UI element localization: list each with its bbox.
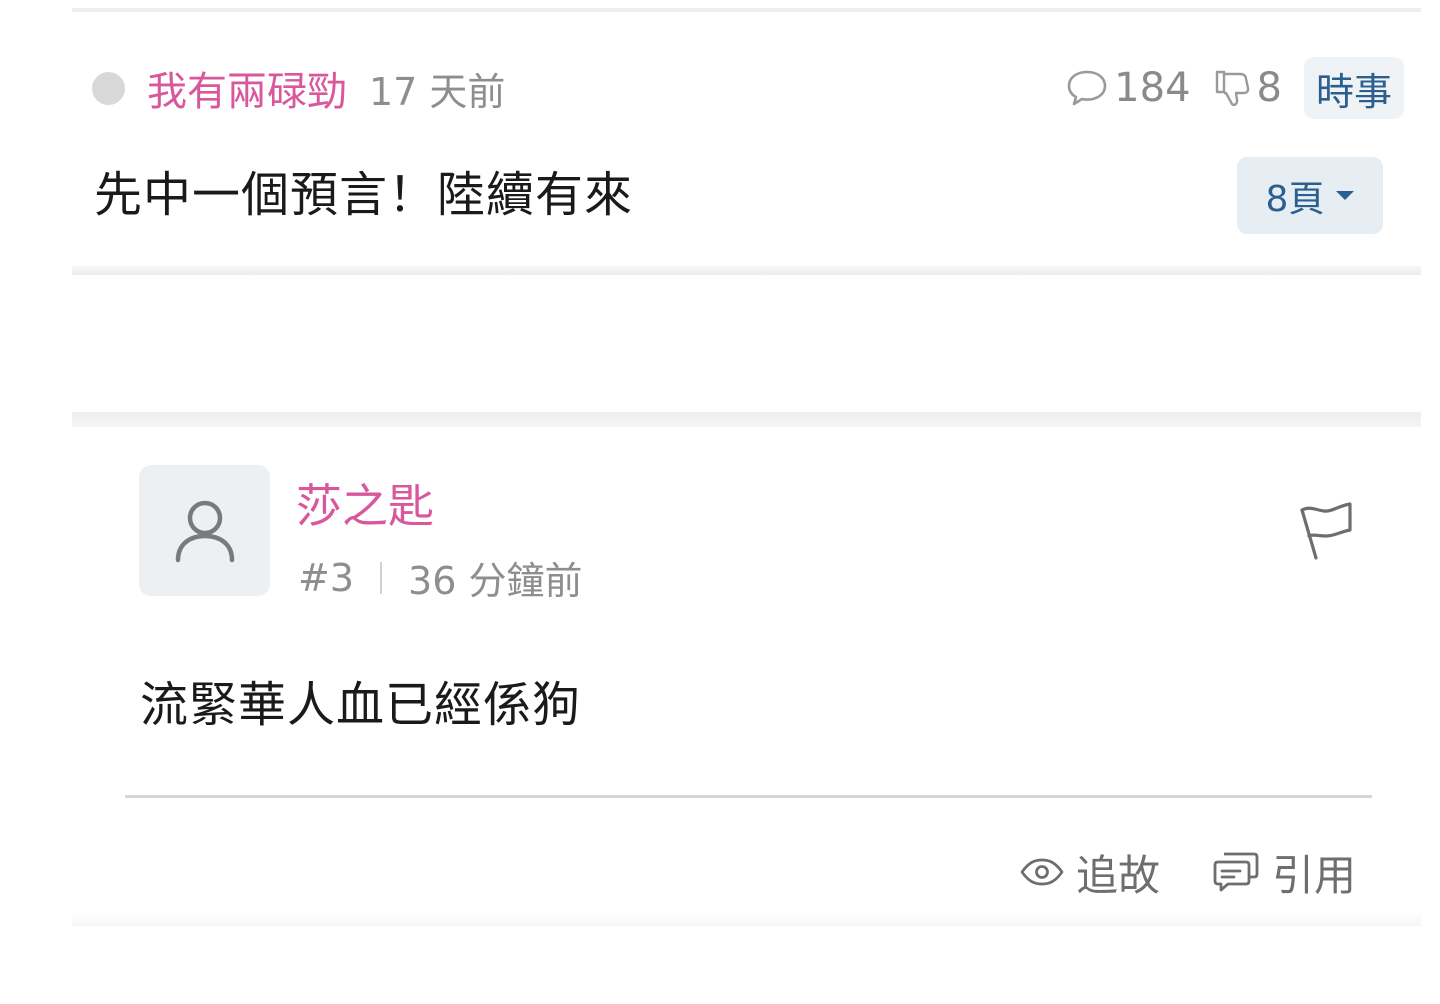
page: 我有兩碌勁 17 天前 184 8 時事 先中一個預言！陸續有來 8頁 莎之匙 … — [0, 0, 1440, 1004]
follow-button[interactable]: 追故 — [1020, 842, 1160, 903]
thread-author[interactable]: 我有兩碌勁 — [147, 59, 347, 117]
thread-stats: 184 8 時事 — [1066, 56, 1404, 120]
category-tag[interactable]: 時事 — [1303, 57, 1404, 119]
reply-author[interactable]: 莎之匙 — [296, 470, 434, 536]
reply-divider — [125, 795, 1372, 798]
flag-icon[interactable] — [1296, 498, 1356, 562]
quote-icon — [1213, 852, 1259, 892]
eye-icon — [1020, 858, 1064, 886]
reply-time: 36 分鐘前 — [408, 559, 583, 603]
meta-separator — [380, 561, 383, 594]
page-select-label: 8頁 — [1265, 178, 1325, 220]
reply-number: #3 — [298, 555, 355, 600]
comment-count: 184 — [1114, 65, 1191, 111]
reply-actions: 追故 引用 — [1020, 842, 1356, 902]
thread-divider — [72, 266, 1421, 275]
page-select-dropdown[interactable]: 8頁 — [1237, 157, 1383, 234]
user-icon — [175, 500, 234, 562]
comment-icon — [1066, 68, 1108, 108]
thread-meta: 我有兩碌勁 17 天前 — [92, 56, 505, 120]
thread-time: 17 天前 — [369, 69, 506, 114]
section-divider — [72, 412, 1421, 427]
quote-label: 引用 — [1271, 850, 1356, 900]
reply-body: 流緊華人血已經係狗 — [140, 677, 582, 733]
reply-meta: #3 36 分鐘前 — [298, 550, 582, 605]
caret-down-icon — [1336, 191, 1355, 200]
top-divider — [72, 8, 1421, 12]
dislike-count: 8 — [1256, 65, 1282, 111]
bottom-divider — [72, 912, 1421, 926]
thumbs-down-icon[interactable] — [1213, 68, 1251, 108]
follow-label: 追故 — [1075, 850, 1160, 900]
quote-button[interactable]: 引用 — [1212, 842, 1356, 903]
status-dot-icon — [92, 71, 125, 105]
avatar[interactable] — [139, 465, 270, 596]
thread-title[interactable]: 先中一個預言！陸續有來 — [94, 155, 633, 225]
